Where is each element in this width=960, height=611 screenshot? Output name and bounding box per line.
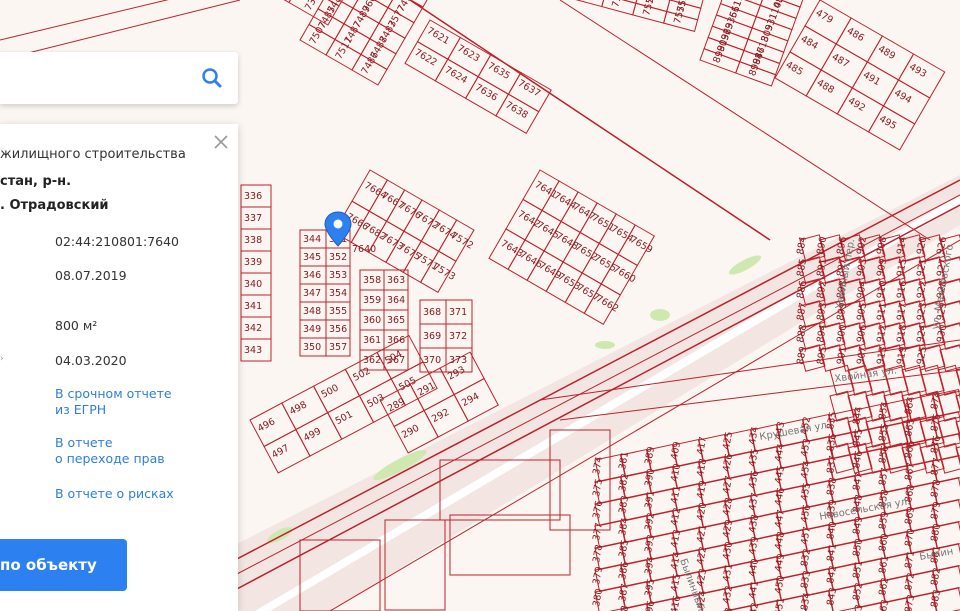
cadastral-number: 02:44:210801:7640: [55, 234, 179, 249]
risk-report-link-label: В отчете о рисках: [55, 486, 174, 501]
parcel-number-label: 373: [449, 355, 467, 366]
parcel-number-label: 343: [244, 345, 262, 356]
parcel-number-label: 863: [877, 599, 891, 611]
selected-parcel-label: 7640: [352, 244, 376, 255]
object-report-button[interactable]: по объекту: [0, 539, 127, 591]
egrn-report-link-line-1: В срочном отчете: [55, 386, 172, 401]
parcel-number-label: 341: [244, 301, 262, 312]
egrn-report-link-line-2: из ЕГРН: [55, 402, 107, 417]
parcel-number-label: 352: [329, 252, 347, 263]
parcel-number-label: 353: [329, 270, 347, 281]
parcel-number-label: 339: [244, 257, 262, 268]
transfer-report-link[interactable]: В отчете о переходе прав: [55, 435, 165, 467]
parcel-number-label: 342: [244, 323, 262, 334]
parcel-number-label: 361: [363, 335, 381, 346]
parcel-number-label: 371: [449, 307, 467, 318]
parcel-number-label: 355: [329, 306, 347, 317]
parcel-number-label: 337: [244, 213, 262, 224]
risk-report-link[interactable]: В отчете о рисках: [55, 486, 174, 502]
parcel-number-label: 357: [329, 342, 347, 353]
close-icon[interactable]: [211, 132, 231, 152]
parcel-number-label: 369: [423, 331, 441, 342]
parcel-number-label: 350: [303, 342, 321, 353]
parcel-number-label: 336: [244, 191, 262, 202]
parcel-number-label: 346: [303, 270, 321, 281]
parcel-number-label: 359: [363, 295, 381, 306]
parcel-number-label: 344: [303, 234, 321, 245]
address-line-2: . Отрадовский: [0, 198, 109, 213]
parcel-number-label: 356: [329, 324, 347, 335]
parcel-number-label: 340: [244, 279, 262, 290]
parcel-number-label: 372: [449, 331, 467, 342]
parcel-number-label: 358: [363, 275, 381, 286]
parcel-number-label: 362: [363, 355, 381, 366]
parcel-number-label: 363: [387, 275, 405, 286]
parcel-number-label: 348: [303, 306, 321, 317]
parcel-number-label: 365: [387, 315, 405, 326]
parcel-number-label: 354: [329, 288, 347, 299]
parcel-number-label: 345: [303, 252, 321, 263]
parcel-number-label: 368: [423, 307, 441, 318]
egrn-report-link[interactable]: В срочном отчете из ЕГРН: [55, 386, 172, 418]
transfer-report-link-line-1: В отчете: [55, 435, 113, 450]
address-line-1: стан, р-н.: [0, 174, 72, 189]
parcel-number-label: 338: [244, 235, 262, 246]
parcel-number-label: 360: [363, 315, 381, 326]
search-input[interactable]: [10, 62, 184, 94]
info-icon: ›: [0, 354, 4, 364]
parcel-number-label: 367: [387, 355, 405, 366]
parcel-number-label: 370: [423, 355, 441, 366]
search-icon[interactable]: [200, 66, 224, 90]
parcel-number-label: 347: [303, 288, 321, 299]
parcel-number-label: 364: [387, 295, 405, 306]
parcel-number-label: 451: [773, 597, 787, 611]
update-date: 04.03.2020: [55, 353, 127, 368]
parcel-number-label: 349: [303, 324, 321, 335]
search-bar: [0, 52, 238, 104]
parcel-info-panel: жилищного строительства стан, р-н. . Отр…: [0, 124, 238, 611]
transfer-report-link-line-2: о переходе прав: [55, 451, 165, 466]
parcel-number-label: 396: [643, 600, 657, 611]
parcel-area: 800 м²: [55, 318, 98, 333]
registration-date: 08.07.2019: [55, 268, 127, 283]
land-use-purpose: жилищного строительства: [0, 147, 186, 162]
parcel-number-label: 366: [387, 335, 405, 346]
